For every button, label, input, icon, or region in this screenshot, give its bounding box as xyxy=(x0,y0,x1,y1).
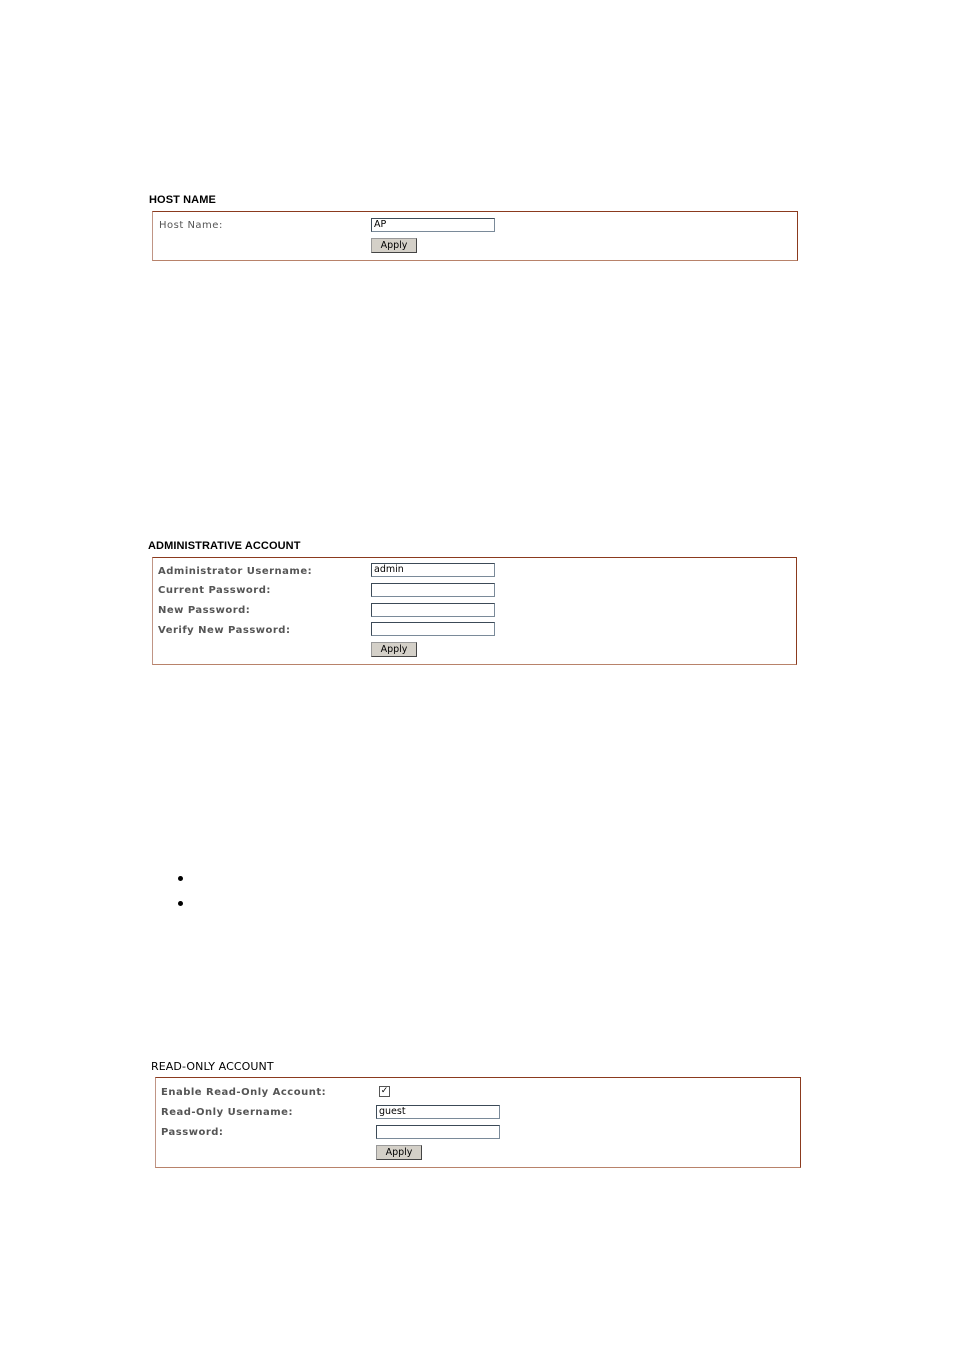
host-name-section-title: HOST NAME xyxy=(149,194,216,206)
readonly-username-label: Read-Only Username: xyxy=(161,1107,293,1118)
bullet-1 xyxy=(178,876,183,881)
readonly-apply-button[interactable]: Apply xyxy=(376,1145,422,1160)
checkmark-icon: ✓ xyxy=(380,1086,389,1096)
current-password-input[interactable] xyxy=(371,583,495,597)
current-password-label: Current Password: xyxy=(158,585,271,596)
admin-apply-button[interactable]: Apply xyxy=(371,642,417,657)
verify-password-input[interactable] xyxy=(371,622,495,636)
admin-section-title: ADMINISTRATIVE ACCOUNT xyxy=(148,540,301,552)
admin-username-input[interactable]: admin xyxy=(371,563,495,577)
host-name-apply-button[interactable]: Apply xyxy=(371,238,417,253)
new-password-input[interactable] xyxy=(371,603,495,617)
bullet-2 xyxy=(178,901,183,906)
new-password-label: New Password: xyxy=(158,605,251,616)
readonly-username-input[interactable]: guest xyxy=(376,1105,500,1119)
host-name-label: Host Name: xyxy=(159,220,223,231)
admin-username-label: Administrator Username: xyxy=(158,566,313,577)
readonly-password-label: Password: xyxy=(161,1127,224,1138)
readonly-section-title: READ-ONLY ACCOUNT xyxy=(151,1060,274,1073)
verify-password-label: Verify New Password: xyxy=(158,625,291,636)
enable-readonly-label: Enable Read-Only Account: xyxy=(161,1087,327,1098)
host-name-input[interactable]: AP xyxy=(371,218,495,232)
readonly-password-input[interactable] xyxy=(376,1125,500,1139)
enable-readonly-checkbox[interactable]: ✓ xyxy=(379,1086,390,1097)
